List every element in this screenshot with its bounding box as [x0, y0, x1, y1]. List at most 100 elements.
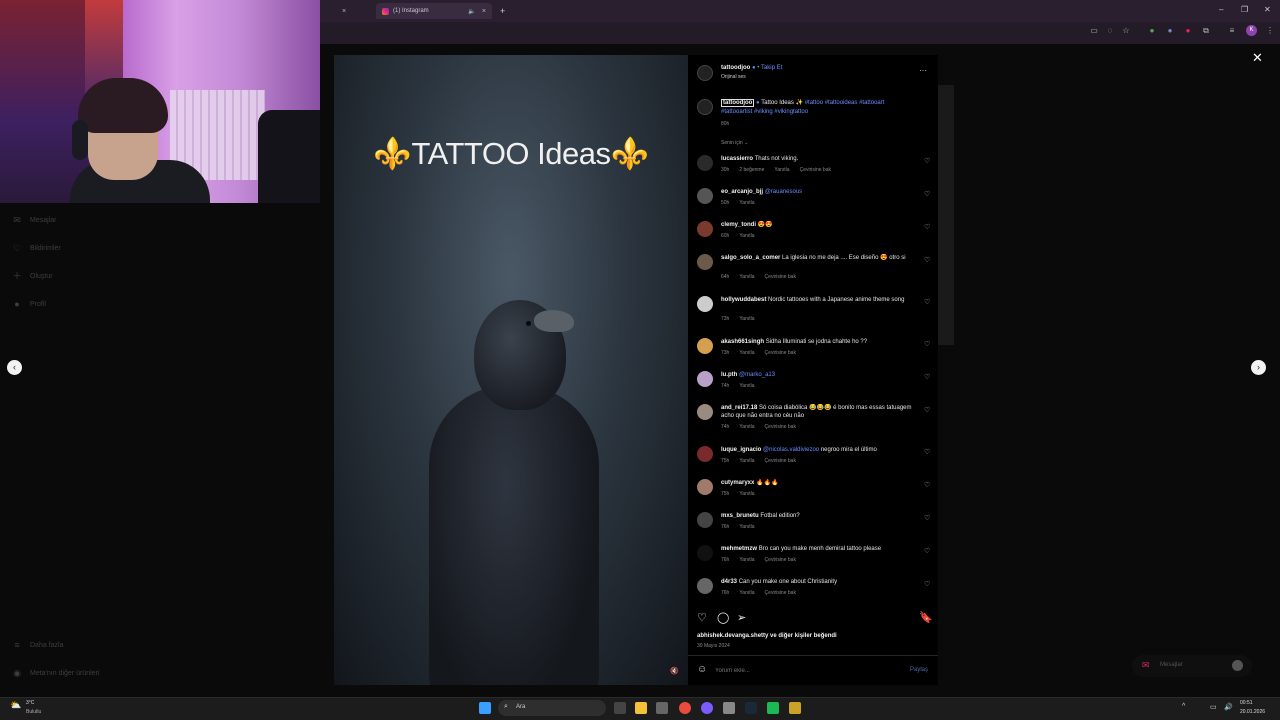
comment-likes[interactable]: 2 beğenme: [739, 167, 764, 173]
taskbar-search[interactable]: ⌕ Ara: [498, 700, 606, 716]
comment-like-heart-icon[interactable]: ♡: [924, 157, 930, 165]
comment-username[interactable]: mxs_brunetu: [721, 513, 759, 519]
new-tab-button[interactable]: +: [494, 3, 511, 19]
comment-avatar[interactable]: [697, 578, 713, 594]
comment-avatar[interactable]: [697, 296, 713, 312]
app-icon[interactable]: [789, 702, 801, 714]
share-send-icon[interactable]: ➢: [737, 612, 746, 624]
comment-translate[interactable]: Çevirisine bak: [765, 424, 796, 430]
comment-like-heart-icon[interactable]: ♡: [924, 448, 930, 456]
next-post-icon[interactable]: ›: [1251, 360, 1266, 375]
extensions-puzzle-icon[interactable]: ⧉: [1202, 27, 1210, 35]
weather-icon[interactable]: ⛅: [10, 700, 21, 711]
profile-avatar[interactable]: K: [1246, 25, 1257, 36]
speaker-muted-icon[interactable]: 🔇: [670, 667, 679, 675]
sidebar-item-meta[interactable]: ◉ Meta'nın diğer ürünleri: [12, 668, 99, 678]
comment-sort-dropdown[interactable]: Senin için ⌄: [721, 140, 748, 146]
tab-prev-close[interactable]: ×: [330, 3, 352, 19]
extension-2-icon[interactable]: ●: [1166, 27, 1174, 35]
comment-username[interactable]: akash661singh: [721, 339, 764, 345]
comment-mention[interactable]: @rauanesous: [765, 189, 802, 195]
file-explorer-icon[interactable]: [635, 702, 647, 714]
comment-avatar[interactable]: [697, 254, 713, 270]
tray-chevron-icon[interactable]: ^: [1182, 703, 1185, 710]
comment-mention[interactable]: @marko_a13: [739, 372, 775, 378]
comment-translate[interactable]: Çevirisine bak: [765, 557, 796, 563]
sidebar-item-messages[interactable]: ✉ Mesajlar: [12, 215, 56, 225]
comment-like-heart-icon[interactable]: ♡: [924, 580, 930, 588]
comment-avatar[interactable]: [697, 545, 713, 561]
comment-avatar[interactable]: [697, 221, 713, 237]
settings-gear-icon[interactable]: [723, 702, 735, 714]
comment-reply[interactable]: Yanıtla: [739, 350, 754, 356]
comment-username[interactable]: luque_ignacio: [721, 447, 761, 453]
comment-translate[interactable]: Çevirisine bak: [765, 274, 796, 280]
comment-like-heart-icon[interactable]: ♡: [924, 190, 930, 198]
extension-icon[interactable]: ●: [1148, 27, 1156, 35]
comment-reply[interactable]: Yanıtla: [739, 274, 754, 280]
caption-avatar[interactable]: [697, 99, 713, 115]
comment-username[interactable]: cutymaryxx: [721, 480, 754, 486]
author-username[interactable]: tattoodjoo: [721, 65, 750, 71]
emoji-icon[interactable]: ☺: [697, 664, 707, 675]
comment-like-heart-icon[interactable]: ♡: [924, 223, 930, 231]
comment-mention[interactable]: @nicolas.valdiviezoo: [763, 447, 819, 453]
comment-reply[interactable]: Yanıtla: [739, 424, 754, 430]
maximize-button[interactable]: ❐: [1241, 5, 1248, 14]
author-avatar[interactable]: [697, 65, 713, 81]
liked-by-text[interactable]: abhishek.devanga.shetty ve diğer kişiler…: [697, 633, 837, 639]
comment-translate[interactable]: Çevirisine bak: [765, 458, 796, 464]
comment-input[interactable]: [715, 665, 865, 676]
comment-username[interactable]: d4r33: [721, 579, 737, 585]
comment-translate[interactable]: Çevirisine bak: [765, 590, 796, 596]
close-modal-icon[interactable]: ✕: [1252, 50, 1263, 66]
sidebar-item-profile[interactable]: ● Profil: [12, 299, 46, 309]
comment-avatar[interactable]: [697, 371, 713, 387]
comment-like-heart-icon[interactable]: ♡: [924, 340, 930, 348]
tab-instagram[interactable]: (1) Instagram 🔈 ×: [376, 3, 492, 19]
extension-3-icon[interactable]: ●: [1184, 27, 1192, 35]
comment-username[interactable]: eo_arcanjo_bjj: [721, 189, 763, 195]
comment-translate[interactable]: Çevirisine bak: [800, 167, 831, 173]
comment-avatar[interactable]: [697, 512, 713, 528]
close-window-button[interactable]: ✕: [1264, 5, 1271, 14]
comment-bubble-icon[interactable]: ◯: [717, 612, 729, 624]
kebab-menu-icon[interactable]: ⋮: [1266, 27, 1274, 35]
comment-avatar[interactable]: [697, 479, 713, 495]
caption-hashtags[interactable]: #tattoo #tattooideas #tattooart: [805, 100, 885, 106]
comment-avatar[interactable]: [697, 338, 713, 354]
steam-icon[interactable]: [745, 702, 757, 714]
comment-reply[interactable]: Yanıtla: [739, 590, 754, 596]
star-icon[interactable]: ☆: [1122, 27, 1130, 35]
sidebar-item-more[interactable]: ≡ Daha fazla: [12, 640, 63, 650]
sidebar-item-notifications[interactable]: ♡ Bildirimler: [12, 243, 61, 253]
comment-reply[interactable]: Yanıtla: [739, 458, 754, 464]
prev-post-icon[interactable]: ‹: [7, 360, 22, 375]
comment-username[interactable]: lucassierro: [721, 156, 753, 162]
task-view-icon[interactable]: [614, 702, 626, 714]
caption-hashtags-2[interactable]: #tattooartist #viking #vikingtattoo: [721, 109, 808, 115]
comment-avatar[interactable]: [697, 404, 713, 420]
start-menu-icon[interactable]: [479, 702, 491, 714]
discord-icon[interactable]: [701, 702, 713, 714]
comment-like-heart-icon[interactable]: ♡: [924, 481, 930, 489]
audio-label[interactable]: Orijinal ses: [721, 74, 746, 80]
comment-username[interactable]: clemy_tondi: [721, 222, 756, 228]
comment-reply[interactable]: Yanıtla: [739, 316, 754, 322]
comment-reply[interactable]: Yanıtla: [739, 524, 754, 530]
follow-button[interactable]: Takip Et: [761, 65, 782, 71]
comment-avatar[interactable]: [697, 188, 713, 204]
sidebar-item-create[interactable]: ＋ Oluştur: [12, 271, 52, 281]
comment-like-heart-icon[interactable]: ♡: [924, 406, 930, 414]
comment-like-heart-icon[interactable]: ♡: [924, 256, 930, 264]
store-icon[interactable]: [656, 702, 668, 714]
comment-username[interactable]: salgo_solo_a_comer: [721, 255, 780, 261]
network-icon[interactable]: ▭: [1210, 703, 1217, 711]
reel-video[interactable]: ⚜️TATTOO Ideas⚜️ 🔇: [334, 55, 688, 685]
chrome-icon[interactable]: [679, 702, 691, 714]
comment-username[interactable]: and_rei17.18: [721, 405, 757, 411]
messages-pill[interactable]: ✉ Mesajlar: [1132, 655, 1252, 677]
clock-time[interactable]: 00:51: [1240, 700, 1253, 706]
post-comment-button[interactable]: Paylaş: [910, 667, 928, 673]
clock-date[interactable]: 20.01.2026: [1240, 709, 1265, 715]
